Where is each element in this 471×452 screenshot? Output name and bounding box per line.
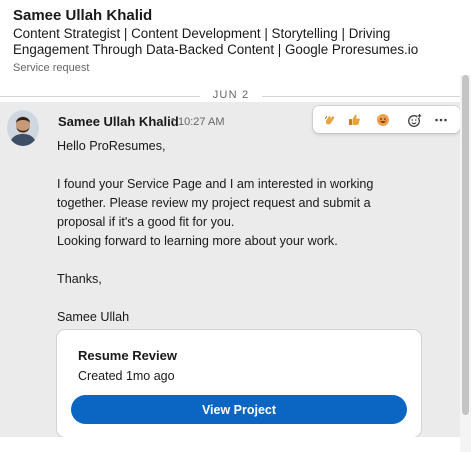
message-timestamp: 10:27 AM (178, 116, 225, 128)
message-line: Thanks, (57, 272, 102, 286)
scrollbar-thumb[interactable] (462, 75, 469, 415)
avatar[interactable] (7, 110, 39, 146)
message-line: Samee Ullah (57, 310, 130, 324)
date-divider-line-left (0, 96, 200, 97)
separator-dot: • (171, 114, 175, 126)
clapping-hands-icon[interactable] (321, 111, 339, 129)
message-line: I found your Service Page and I am inter… (57, 177, 374, 191)
message-line: proposal if it's a good fit for you. (57, 215, 235, 229)
date-divider-line-right (262, 96, 460, 97)
project-created: Created 1mo ago (78, 369, 175, 383)
message-line: Hello ProResumes, (57, 139, 166, 153)
message-sender[interactable]: Samee Ullah Khalid (58, 114, 179, 129)
thumbs-up-icon[interactable] (345, 111, 363, 129)
conversation-subtitle: Service request (13, 62, 90, 74)
view-project-button[interactable]: View Project (71, 395, 407, 424)
project-card: Resume Review Created 1mo ago View Proje… (57, 330, 421, 437)
bottom-area (0, 437, 460, 452)
project-title: Resume Review (78, 348, 177, 363)
message-line: Looking forward to learning more about y… (57, 234, 338, 248)
more-options-icon[interactable] (432, 111, 450, 129)
date-divider: JUN 2 (212, 89, 250, 101)
contact-name[interactable]: Samee Ullah Khalid (13, 7, 152, 24)
contact-headline: Content Strategist | Content Development… (13, 26, 419, 57)
smiling-face-icon[interactable] (374, 111, 392, 129)
add-reaction-icon[interactable] (405, 111, 423, 129)
message-line: together. Please review my project reque… (57, 196, 371, 210)
conversation-header: Samee Ullah Khalid Content Strategist | … (0, 0, 460, 84)
reaction-bar (313, 106, 460, 133)
